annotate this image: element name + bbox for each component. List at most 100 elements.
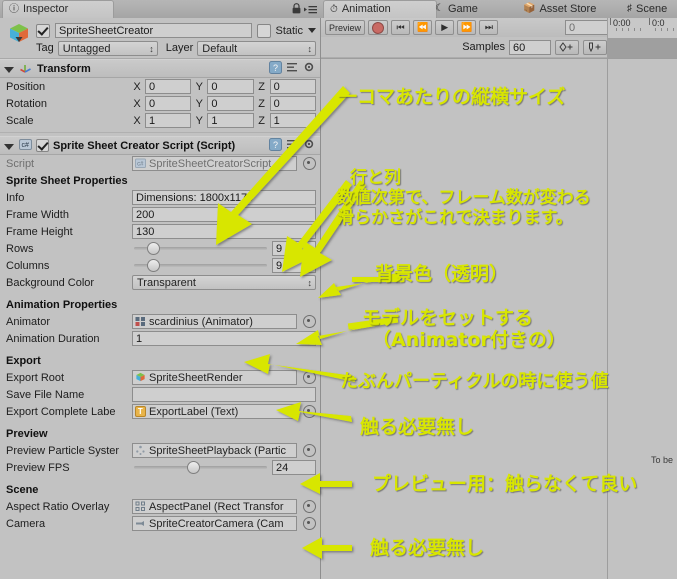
export-complete-label-picker-icon[interactable] bbox=[303, 405, 316, 418]
animation-duration-label: Animation Duration bbox=[6, 332, 100, 345]
preview-fps-slider-handle[interactable] bbox=[186, 461, 200, 474]
position-y-input[interactable]: 0 bbox=[207, 79, 254, 94]
tag-label: Tag bbox=[36, 42, 54, 54]
static-dropdown-icon[interactable] bbox=[308, 28, 316, 33]
tab-animation[interactable]: ⏱ Animation bbox=[323, 0, 437, 18]
rotation-x-input[interactable]: 0 bbox=[145, 96, 192, 111]
scale-x-input[interactable]: 1 bbox=[145, 113, 192, 128]
gameobject-active-checkbox[interactable] bbox=[36, 23, 50, 38]
rows-slider-handle[interactable] bbox=[147, 242, 161, 255]
gear-icon[interactable] bbox=[303, 61, 316, 74]
export-complete-label-label: Export Complete Labe bbox=[6, 405, 116, 418]
ruler-minor-tick bbox=[622, 28, 623, 31]
row-frame-width: Frame Width 200 bbox=[0, 206, 320, 223]
preview-particle-picker-icon[interactable] bbox=[303, 444, 316, 457]
preset-icon[interactable] bbox=[286, 138, 299, 151]
ruler-minor-tick bbox=[634, 28, 635, 31]
position-z-input[interactable]: 0 bbox=[269, 79, 316, 94]
layer-dropdown[interactable]: Default bbox=[197, 40, 316, 56]
background-color-dropdown[interactable]: Transparent bbox=[132, 275, 316, 290]
animator-object-field[interactable]: scardinius (Animator) bbox=[132, 314, 297, 329]
ruler-label-1: 0:0 bbox=[652, 18, 665, 28]
add-keyframe-button[interactable] bbox=[555, 39, 579, 55]
lock-icon[interactable] bbox=[292, 3, 301, 14]
aspect-ratio-picker-icon[interactable] bbox=[303, 500, 316, 513]
script-component-header[interactable]: c# Sprite Sheet Creator Script (Script) … bbox=[0, 136, 320, 155]
rotation-y-input[interactable]: 0 bbox=[207, 96, 254, 111]
script-enabled-checkbox[interactable] bbox=[36, 139, 49, 152]
gameobject-name-input[interactable]: SpriteSheetCreator bbox=[55, 23, 253, 38]
script-object-field[interactable]: c# SpriteSheetCreatorScript bbox=[132, 156, 297, 171]
script-foldout-icon[interactable] bbox=[4, 143, 14, 150]
help-icon[interactable]: ? bbox=[269, 138, 282, 151]
preset-icon[interactable] bbox=[286, 61, 299, 74]
current-frame-input[interactable]: 0 bbox=[565, 20, 611, 35]
transform-row-position: Position X 0 Y 0 Z 0 bbox=[0, 78, 320, 95]
row-export-complete-label: Export Complete Labe T ExportLabel (Text… bbox=[0, 403, 320, 420]
animator-object-picker-icon[interactable] bbox=[303, 315, 316, 328]
columns-slider[interactable] bbox=[132, 258, 269, 273]
record-button[interactable] bbox=[368, 20, 389, 35]
transform-row-rotation: Rotation X 0 Y 0 Z 0 bbox=[0, 95, 320, 112]
tag-dropdown[interactable]: Untagged bbox=[57, 40, 158, 56]
section-scene: Scene bbox=[6, 484, 39, 496]
scale-y-axis-label: Y bbox=[195, 114, 203, 127]
csharp-script-icon: c# bbox=[135, 158, 146, 169]
tab-game[interactable]: ☾ Game bbox=[429, 0, 486, 18]
export-root-object-field[interactable]: SpriteSheetRender bbox=[132, 370, 297, 385]
columns-slider-handle[interactable] bbox=[147, 259, 161, 272]
preview-button[interactable]: Preview bbox=[325, 20, 366, 35]
samples-input[interactable]: 60 bbox=[509, 39, 551, 55]
next-frame-button[interactable]: ⏩ bbox=[457, 20, 477, 35]
transform-foldout-icon[interactable] bbox=[4, 66, 14, 73]
inspector-tabbar: ⓘ Inspector bbox=[0, 0, 321, 19]
scale-z-input[interactable]: 1 bbox=[269, 113, 316, 128]
export-complete-label-object-field[interactable]: T ExportLabel (Text) bbox=[132, 404, 297, 419]
timeline-track-area[interactable] bbox=[607, 38, 677, 58]
aspect-ratio-object-name: AspectPanel (Rect Transfor bbox=[149, 500, 284, 513]
anno-preview: プレビュー用：触らなくて良い bbox=[372, 473, 638, 495]
rotation-z-input[interactable]: 0 bbox=[269, 96, 316, 111]
tab-asset-store[interactable]: 📦 Asset Store bbox=[517, 0, 604, 18]
preview-fps-slider[interactable] bbox=[132, 460, 269, 475]
tab-inspector[interactable]: ⓘ Inspector bbox=[2, 0, 114, 18]
script-object-name: SpriteSheetCreatorScript bbox=[149, 157, 272, 170]
play-button[interactable]: ▶ bbox=[435, 20, 455, 35]
aspect-ratio-object-field[interactable]: AspectPanel (Rect Transfor bbox=[132, 499, 297, 514]
script-object-picker-icon[interactable] bbox=[303, 157, 316, 170]
rows-input[interactable]: 9 bbox=[272, 241, 316, 256]
preview-particle-object-name: SpriteSheetPlayback (Partic bbox=[149, 444, 286, 457]
add-event-button[interactable] bbox=[583, 39, 607, 55]
rows-label: Rows bbox=[6, 242, 34, 255]
help-icon[interactable]: ? bbox=[269, 61, 282, 74]
frame-width-input[interactable]: 200 bbox=[132, 207, 316, 222]
timeline-ruler[interactable]: 0:00 0:0 bbox=[607, 18, 677, 38]
hamburger-menu-icon[interactable] bbox=[304, 5, 317, 17]
rows-slider[interactable] bbox=[132, 241, 269, 256]
gear-icon[interactable] bbox=[303, 138, 316, 151]
camera-picker-icon[interactable] bbox=[303, 517, 316, 530]
particle-system-icon bbox=[135, 445, 146, 456]
preview-particle-object-field[interactable]: SpriteSheetPlayback (Partic bbox=[132, 443, 297, 458]
tab-animation-label: Animation bbox=[341, 3, 391, 15]
row-save-file-name: Save File Name bbox=[0, 386, 320, 403]
save-file-name-input[interactable] bbox=[132, 387, 316, 402]
static-toggle-group[interactable]: Static bbox=[257, 23, 316, 38]
prev-frame-button[interactable]: ⏪ bbox=[413, 20, 433, 35]
first-frame-button[interactable]: ⏮ bbox=[391, 20, 411, 35]
tab-scene[interactable]: ♯ Scene bbox=[621, 0, 675, 18]
columns-input[interactable]: 9 bbox=[272, 258, 316, 273]
info-icon: ⓘ bbox=[9, 3, 19, 15]
transform-component-header[interactable]: Transform ? bbox=[0, 59, 320, 78]
scale-y-input[interactable]: 1 bbox=[207, 113, 254, 128]
transform-title: Transform bbox=[37, 62, 91, 75]
position-x-input[interactable]: 0 bbox=[145, 79, 192, 94]
info-input[interactable]: Dimensions: 1800x1170 bbox=[132, 190, 316, 205]
animation-duration-input[interactable]: 1 bbox=[132, 331, 316, 346]
frame-height-input[interactable]: 130 bbox=[132, 224, 316, 239]
export-root-object-picker-icon[interactable] bbox=[303, 371, 316, 384]
last-frame-button[interactable]: ⏭ bbox=[479, 20, 499, 35]
preview-fps-input[interactable]: 24 bbox=[272, 460, 316, 475]
camera-object-field[interactable]: SpriteCreatorCamera (Cam bbox=[132, 516, 297, 531]
static-checkbox[interactable] bbox=[257, 23, 272, 38]
